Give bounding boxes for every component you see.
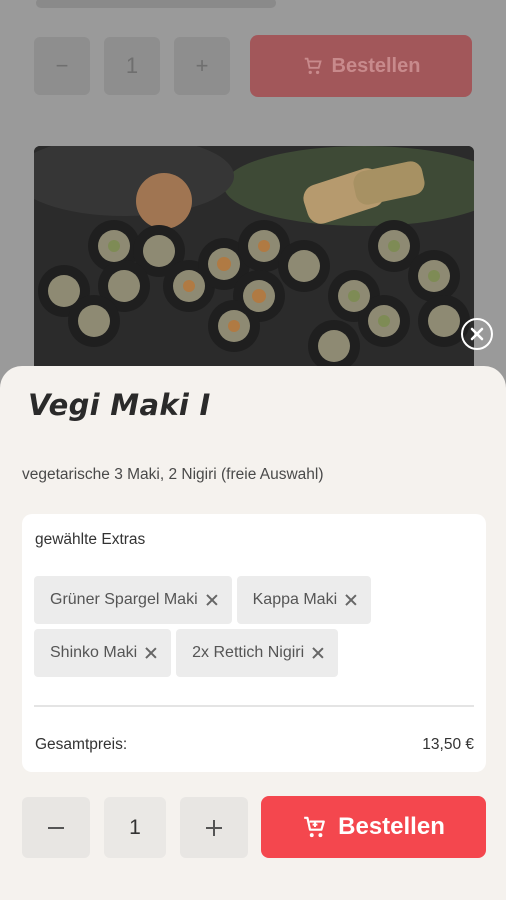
- total-price-label: Gesamtpreis:: [35, 736, 128, 753]
- cart-icon: [304, 816, 325, 838]
- extra-chip-label: Grüner Spargel Maki: [50, 591, 198, 608]
- order-button-label: Bestellen: [338, 813, 445, 840]
- close-icon: [470, 327, 484, 341]
- close-dialog-button[interactable]: [461, 318, 493, 350]
- product-photo: [34, 146, 474, 386]
- extra-chip-label: Shinko Maki: [50, 644, 138, 661]
- remove-icon[interactable]: [145, 647, 157, 659]
- cart-icon: [304, 57, 322, 75]
- extra-chip[interactable]: 2x Rettich Nigiri: [176, 629, 339, 677]
- minus-icon: [48, 826, 64, 829]
- background-minus-button: −: [34, 37, 90, 95]
- decrease-quantity-button[interactable]: [22, 797, 90, 858]
- background-order-row: − 1 + Bestellen: [34, 34, 472, 98]
- total-price-value: 13,50 €: [422, 736, 474, 753]
- quantity-order-row: 1 Bestellen: [22, 796, 486, 858]
- background-plus-button: +: [174, 37, 230, 95]
- remove-icon[interactable]: [312, 647, 324, 659]
- background-quantity: 1: [104, 37, 160, 95]
- plus-icon: [206, 819, 222, 836]
- remove-icon[interactable]: [206, 594, 218, 606]
- extra-chip-label: 2x Rettich Nigiri: [192, 644, 305, 661]
- product-title: Vegi Maki I: [28, 388, 211, 422]
- divider: [34, 705, 474, 707]
- extra-chip[interactable]: Kappa Maki: [236, 576, 372, 624]
- extra-chip[interactable]: Grüner Spargel Maki: [34, 576, 232, 624]
- increase-quantity-button[interactable]: [180, 797, 248, 858]
- extras-heading: gewählte Extras: [35, 531, 146, 548]
- background-order-button: Bestellen: [250, 35, 472, 97]
- extras-chip-list: Grüner Spargel Maki Kappa Maki Shinko Ma…: [34, 576, 480, 677]
- order-button[interactable]: Bestellen: [261, 796, 486, 858]
- extra-chip[interactable]: Shinko Maki: [34, 629, 172, 677]
- product-detail-sheet: Vegi Maki I vegetarische 3 Maki, 2 Nigir…: [0, 366, 506, 900]
- extras-card: gewählte Extras Grüner Spargel Maki Kapp…: [22, 514, 486, 772]
- extra-chip-label: Kappa Maki: [252, 591, 338, 608]
- quantity-value[interactable]: 1: [104, 797, 166, 858]
- background-text-line: [36, 0, 276, 8]
- remove-icon[interactable]: [345, 594, 357, 606]
- background-order-label: Bestellen: [331, 54, 421, 77]
- product-description: vegetarische 3 Maki, 2 Nigiri (freie Aus…: [22, 466, 324, 483]
